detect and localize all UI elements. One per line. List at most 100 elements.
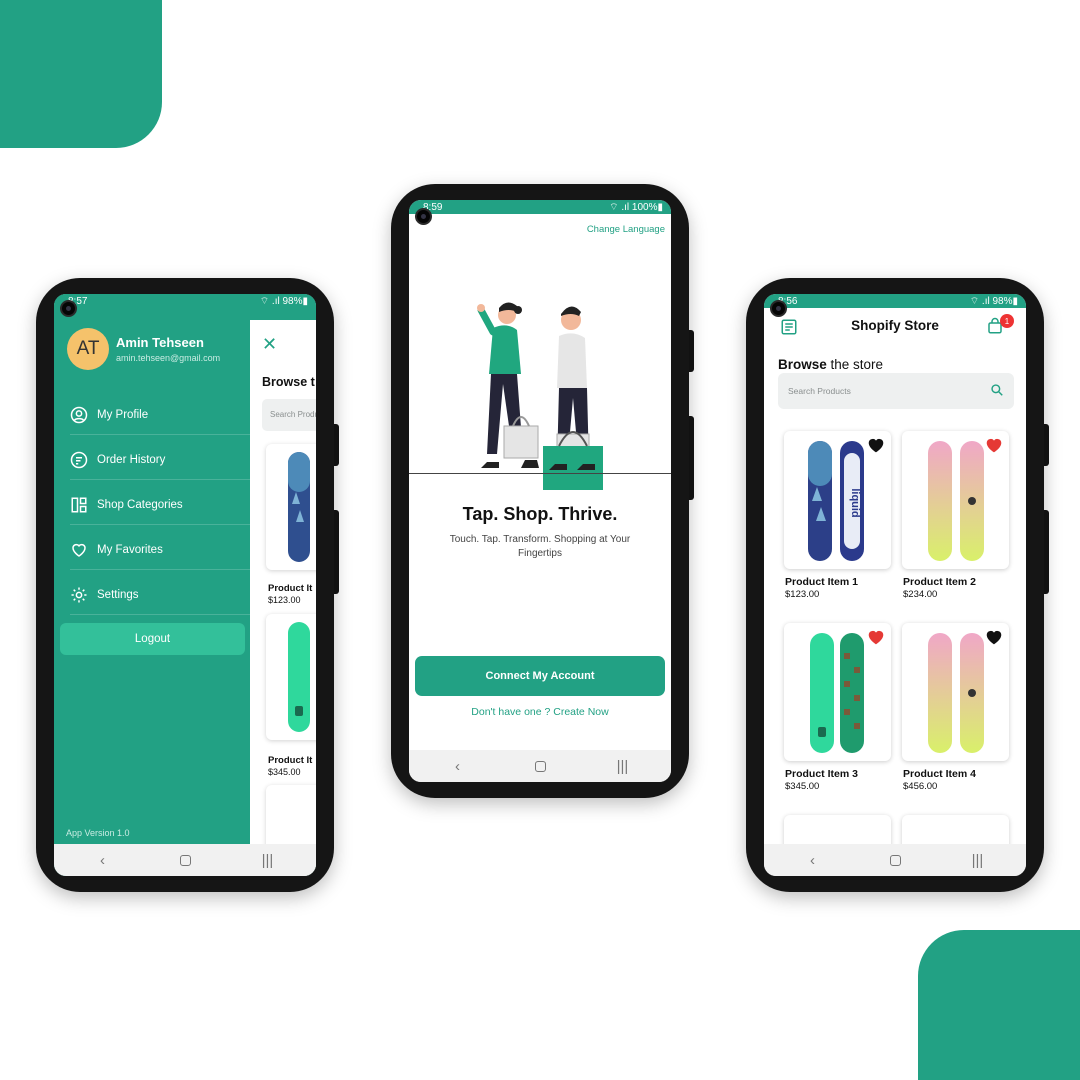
back-button[interactable]: ‹ xyxy=(438,758,478,775)
phone-store: 8:56 ⌔ .ıl 98%▮ Shopify Store 1 Browse t… xyxy=(746,278,1049,892)
user-name: Amin Tehseen xyxy=(116,335,204,350)
system-nav-bar: ‹ ||| xyxy=(764,844,1026,876)
onboarding-screen: 8:59 ⌔ .ıl 100%▮ Change Language Tap. Sh… xyxy=(409,200,671,782)
volume-button xyxy=(1044,510,1049,594)
product-name: Product It xyxy=(268,755,313,766)
menu-item-shop-categories[interactable]: Shop Categories xyxy=(70,485,250,525)
browse-heading: Browse the store xyxy=(778,357,883,372)
change-language-link[interactable]: Change Language xyxy=(587,224,665,235)
home-button[interactable] xyxy=(179,854,191,866)
menu-item-my-profile[interactable]: My Profile xyxy=(70,395,250,435)
status-indicators: ⌔ .ıl 98%▮ xyxy=(259,295,308,307)
menu-item-label: Settings xyxy=(97,588,139,601)
power-button xyxy=(1044,424,1049,466)
heart-fill xyxy=(986,630,1002,645)
menu-item-settings[interactable]: Settings xyxy=(70,575,250,615)
decorative-corner-top-left xyxy=(0,0,162,148)
logout-button[interactable]: Logout xyxy=(60,623,245,655)
menu-item-label: Shop Categories xyxy=(97,498,183,511)
browse-rest: the store xyxy=(826,357,884,372)
menu-item-label: Order History xyxy=(97,453,166,466)
drawer-screen: 8:57 ⌔ .ıl 98%▮ ✕ Browse t Search Produ … xyxy=(54,294,316,876)
phone-drawer: 8:57 ⌔ .ıl 98%▮ ✕ Browse t Search Produ … xyxy=(36,278,339,892)
browse-heading: Browse t xyxy=(262,375,315,389)
heart-fill xyxy=(986,438,1002,453)
volume-button xyxy=(689,416,694,500)
tagline: Tap. Shop. Thrive. xyxy=(462,504,618,524)
status-indicators: ⌔ .ıl 100%▮ xyxy=(609,201,663,213)
status-bar: 8:56 ⌔ .ıl 98%▮ xyxy=(764,294,1026,308)
product-price: $234.00 xyxy=(903,589,938,600)
home-button[interactable] xyxy=(534,760,546,772)
product-price: $456.00 xyxy=(903,781,938,792)
phone-onboarding: 8:59 ⌔ .ıl 100%▮ Change Language Tap. Sh… xyxy=(391,184,694,798)
decorative-corner-bottom-right xyxy=(918,930,1080,1080)
status-bar: 8:59 ⌔ .ıl 100%▮ xyxy=(409,200,671,214)
search-placeholder: Search Products xyxy=(788,386,851,396)
heart-icon[interactable] xyxy=(867,629,885,645)
product-name: Product Item 4 xyxy=(903,768,976,780)
create-account-link[interactable]: Don't have one ? Create Now xyxy=(409,706,671,718)
volume-button xyxy=(334,510,339,594)
home-button[interactable] xyxy=(889,854,901,866)
search-input[interactable]: Search Produ xyxy=(262,399,316,431)
user-email: amin.tehseen@gmail.com xyxy=(116,353,221,363)
back-button[interactable]: ‹ xyxy=(83,852,123,869)
app-version: App Version 1.0 xyxy=(66,828,130,838)
heart-icon[interactable] xyxy=(985,629,1003,645)
product-name: Product Item 3 xyxy=(785,768,858,780)
snowboard-image xyxy=(288,622,310,732)
snowboard-image xyxy=(288,452,310,562)
product-card[interactable]: liquid xyxy=(784,431,891,569)
close-icon[interactable]: ✕ xyxy=(262,334,277,355)
user-profile-header: AT Amin Tehseen amin.tehseen@gmail.com xyxy=(67,328,220,370)
product-card[interactable] xyxy=(784,623,891,761)
store-screen: 8:56 ⌔ .ıl 98%▮ Shopify Store 1 Browse t… xyxy=(764,294,1026,876)
app-header: Shopify Store 1 xyxy=(764,308,1026,348)
status-bar: 8:57 ⌔ .ıl 98%▮ xyxy=(54,294,316,308)
product-card[interactable] xyxy=(902,431,1009,569)
product-price: $123.00 xyxy=(785,589,820,600)
back-button[interactable]: ‹ xyxy=(793,852,833,869)
status-indicators: ⌔ .ıl 98%▮ xyxy=(969,295,1018,307)
subtagline: Touch. Tap. Transform. Shopping at Your … xyxy=(449,534,631,559)
product-price: $123.00 xyxy=(268,595,301,605)
menu-item-my-favorites[interactable]: My Favorites xyxy=(70,530,250,570)
floor-line xyxy=(409,473,671,474)
search-input[interactable]: Search Products xyxy=(778,373,1014,409)
product-card[interactable] xyxy=(902,623,1009,761)
recents-button[interactable]: ||| xyxy=(958,852,998,869)
product-price: $345.00 xyxy=(268,767,301,777)
product-card[interactable] xyxy=(266,614,316,740)
store-page-behind-drawer: ✕ Browse t Search Produ Product It $123.… xyxy=(250,320,316,876)
power-button xyxy=(689,330,694,372)
connect-account-button[interactable]: Connect My Account xyxy=(415,656,665,696)
heart-icon[interactable] xyxy=(985,437,1003,453)
recents-button[interactable]: ||| xyxy=(603,758,643,775)
gear-icon xyxy=(71,587,87,602)
heart-fill xyxy=(868,630,884,645)
dashboard-icon xyxy=(71,497,87,512)
browse-bold: Browse xyxy=(778,357,827,372)
front-camera xyxy=(60,300,77,317)
search-icon[interactable] xyxy=(990,383,1004,397)
system-nav-bar: ‹ ||| xyxy=(54,844,316,876)
heart-icon[interactable] xyxy=(867,437,885,453)
menu-item-label: My Profile xyxy=(97,408,149,421)
product-card[interactable] xyxy=(266,444,316,570)
product-name: Product Item 2 xyxy=(903,576,976,588)
heart-outline-icon xyxy=(72,543,86,557)
power-button xyxy=(334,424,339,466)
cart-badge: 1 xyxy=(1000,314,1014,328)
person-circle-icon xyxy=(70,406,88,423)
product-name: Product Item 1 xyxy=(785,576,858,588)
avatar: AT xyxy=(67,328,109,370)
recents-button[interactable]: ||| xyxy=(248,852,288,869)
front-camera xyxy=(770,300,787,317)
receipt-icon xyxy=(70,451,88,468)
svg-text:liquid: liquid xyxy=(849,488,861,517)
menu-item-label: My Favorites xyxy=(97,543,163,556)
heart-fill xyxy=(868,438,884,453)
product-name: Product It xyxy=(268,583,313,594)
menu-item-order-history[interactable]: Order History xyxy=(70,440,250,480)
